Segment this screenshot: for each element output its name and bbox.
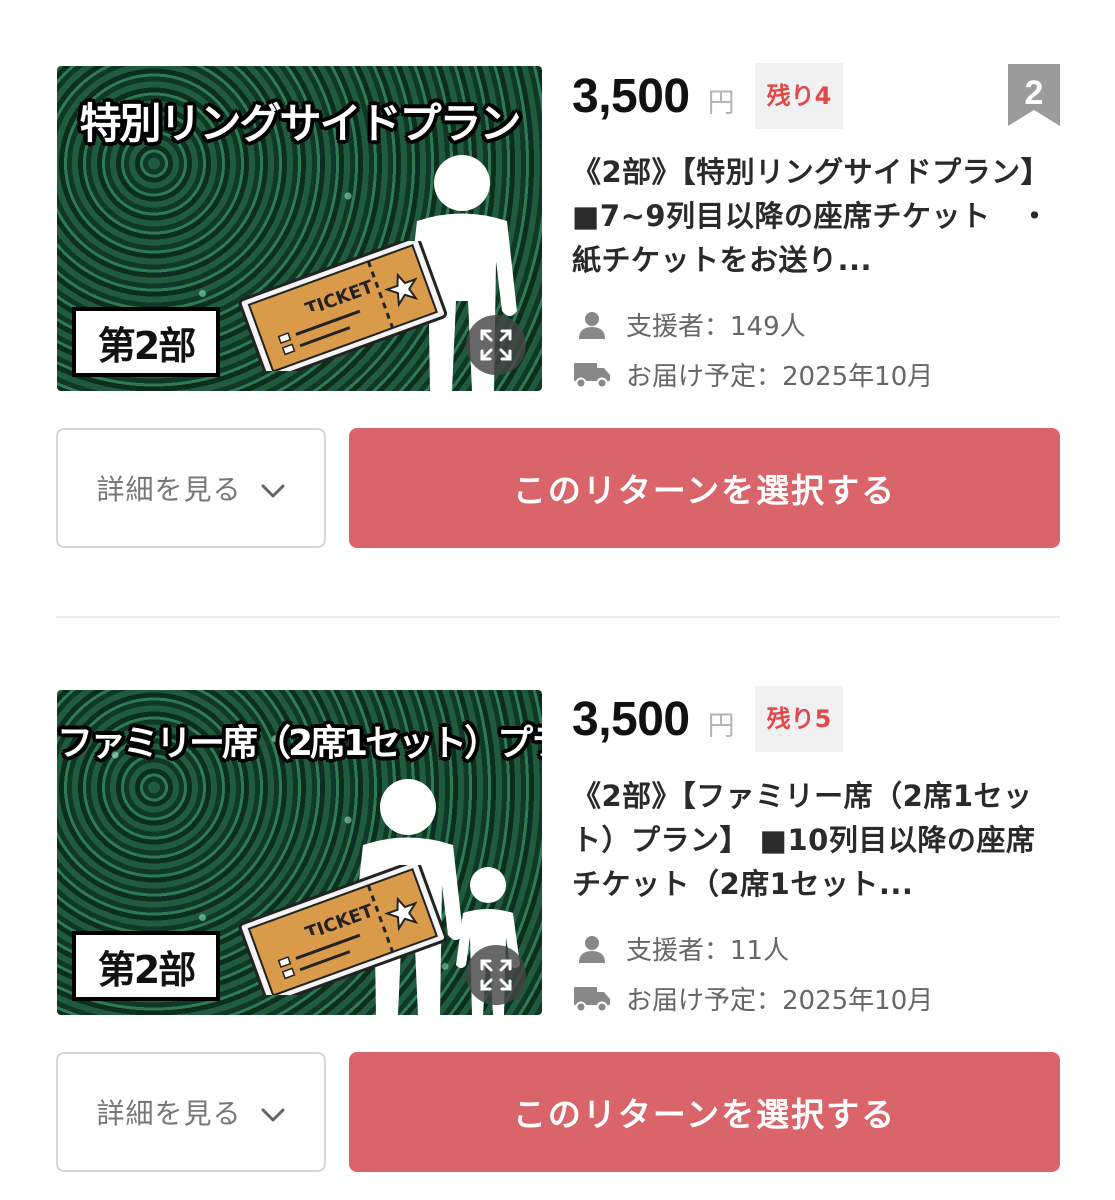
truck-icon [574,362,610,388]
truck-icon [574,986,610,1012]
price-row: 3,500 円 残り4 [572,63,844,129]
part-label: 第2部 [72,307,220,377]
expand-icon [480,329,512,361]
rank-bookmark-icon: 2 [1008,64,1060,126]
select-reward-button[interactable]: このリターンを選択する [349,1052,1060,1172]
select-reward-button[interactable]: このリターンを選択する [349,428,1060,548]
chevron-down-icon [261,1108,284,1122]
price: 3,500 [572,69,690,123]
price: 3,500 [572,692,690,746]
image-title: ファミリー席（2席1セット）プラン [57,723,542,764]
view-details-label: 詳細を見る [96,1097,242,1130]
delivery-row: お届け予定：2025年10月 [572,980,933,1017]
view-details-button[interactable]: 詳細を見る [56,428,326,548]
reward-description: 《2部》【ファミリー席（2席1セット）プラン】 ■10列目以降の座席チケット（2… [572,779,1036,901]
supporters-count: 支援者：11人 [626,936,790,966]
person-icon [579,935,605,963]
reward-image[interactable]: ファミリー席（2席1セット）プラン TICKET 第2部 [57,690,542,1015]
reward-image[interactable]: 特別リングサイドプラン TICKET 第2部 [57,66,542,391]
image-title: 特別リングサイドプラン [79,99,521,148]
delivery-date: お届け予定：2025年10月 [626,986,934,1016]
person-icon [579,311,605,339]
view-details-label: 詳細を見る [96,473,242,506]
svg-text:TICKET: TICKET [303,276,377,311]
price-row: 3,500 円 残り5 [572,686,844,752]
delivery-date: お届け予定：2025年10月 [626,362,934,392]
currency-label: 円 [707,87,735,119]
expand-icon [480,959,512,991]
expand-image-button[interactable] [466,945,526,1005]
currency-label: 円 [707,710,735,742]
svg-text:2: 2 [1025,74,1044,112]
supporters-row: 支援者：11人 [572,930,789,967]
divider [56,616,1060,618]
supporters-row: 支援者：149人 [572,306,806,343]
expand-image-button[interactable] [466,315,526,375]
remaining-badge: 残り4 [754,63,844,129]
ticket-text-graphic: TICKET [303,900,377,935]
delivery-row: お届け予定：2025年10月 [572,356,933,393]
reward-description: 《2部》【特別リングサイドプラン】 ■7~9列目以降の座席チケット ・紙チケット… [572,155,1051,277]
supporters-count: 支援者：149人 [626,312,806,342]
part-label: 第2部 [72,931,220,1001]
chevron-down-icon [261,484,284,498]
svg-text:TICKET: TICKET [303,900,377,935]
view-details-button[interactable]: 詳細を見る [56,1052,326,1172]
ticket-text-graphic: TICKET [303,276,377,311]
remaining-badge: 残り5 [754,686,844,752]
